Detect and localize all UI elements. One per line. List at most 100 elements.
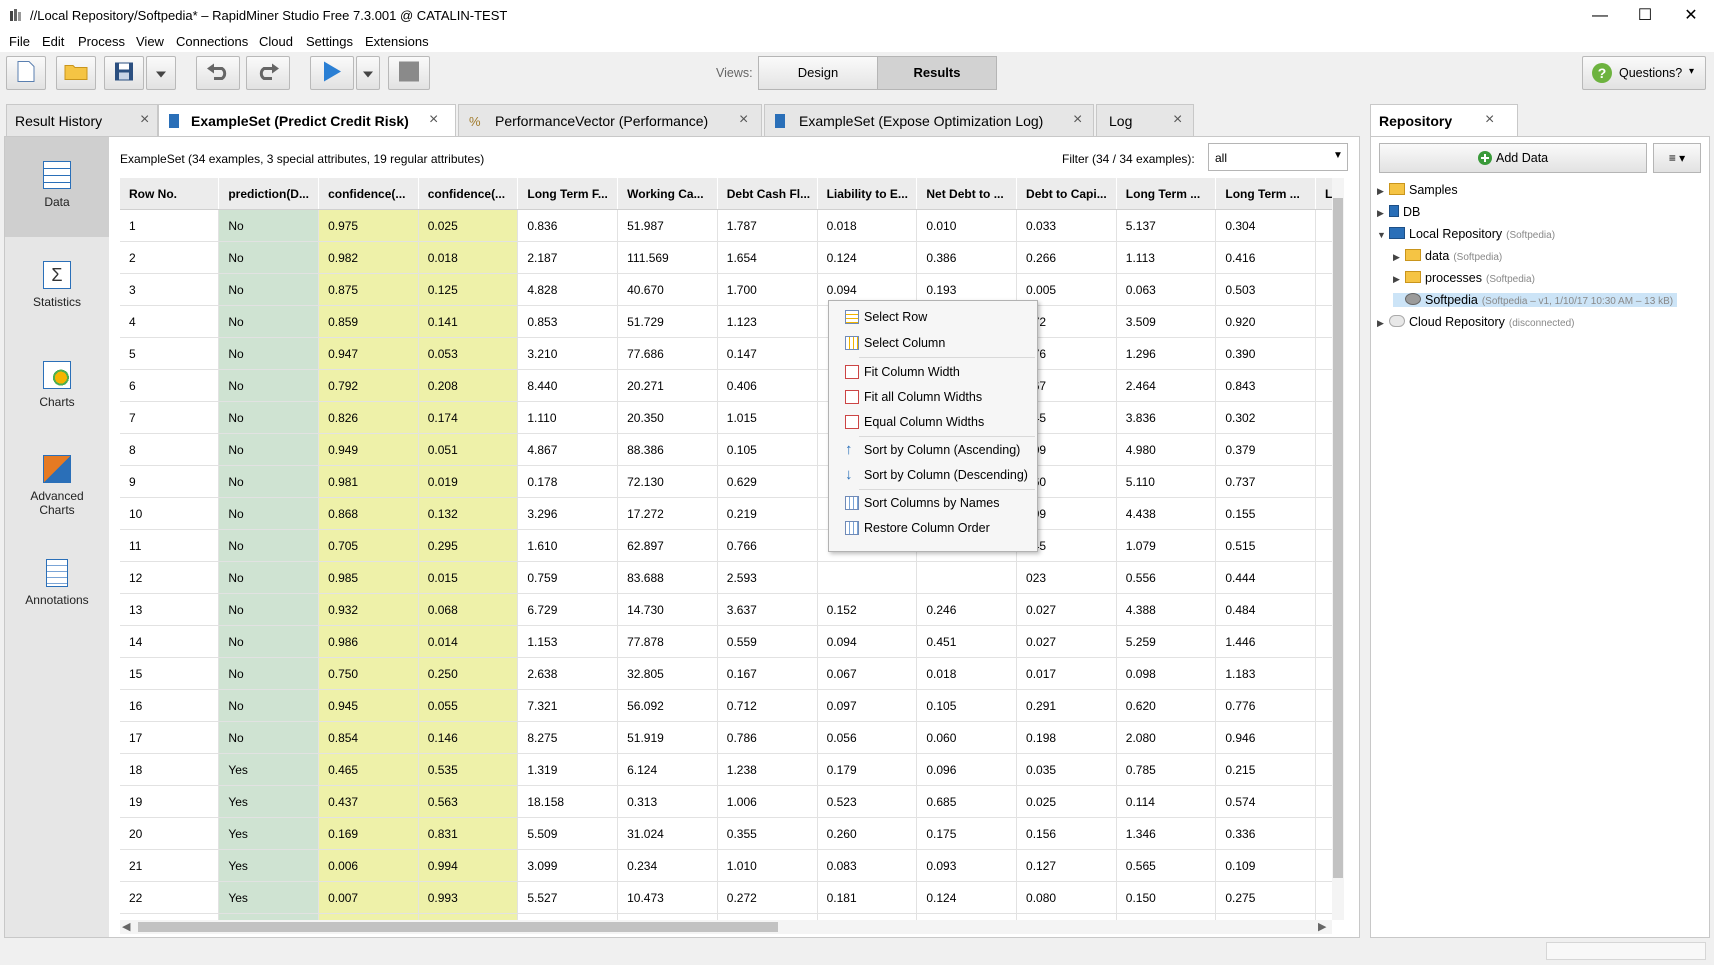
close-icon[interactable]: × xyxy=(1073,111,1082,129)
table-cell[interactable]: 5 xyxy=(120,337,220,370)
expand-triangle-icon[interactable]: ▶ xyxy=(1393,274,1405,285)
ctx-sort-ascending[interactable]: Sort by Column (Ascending) xyxy=(864,443,1020,457)
table-cell[interactable]: 1.183 xyxy=(1215,657,1316,690)
table-cell[interactable]: 0.014 xyxy=(418,625,519,658)
ctx-restore-column-order[interactable]: Restore Column Order xyxy=(864,521,990,535)
table-cell[interactable]: 1.113 xyxy=(1116,241,1217,274)
table-cell[interactable]: 2.187 xyxy=(517,241,619,274)
table-cell[interactable]: 0.946 xyxy=(1215,721,1316,754)
table-cell[interactable]: 0.792 xyxy=(318,369,419,402)
table-cell[interactable]: 0.563 xyxy=(418,785,519,818)
table-cell[interactable]: 0.406 xyxy=(717,369,818,402)
table-cell[interactable]: 0.018 xyxy=(817,209,918,242)
horizontal-scrollbar[interactable]: ◀ ▶ xyxy=(120,920,1332,934)
table-cell[interactable]: 1 xyxy=(120,209,220,242)
table-cell[interactable]: 4.828 xyxy=(517,273,619,306)
vertical-scrollbar[interactable] xyxy=(1332,178,1344,920)
table-cell[interactable]: 5.137 xyxy=(1116,209,1217,242)
table-row[interactable]: 21 Yes 0.006 0.994 3.099 0.234 1.010 0.083 0.093… xyxy=(120,849,1336,882)
table-cell[interactable]: 0.932 xyxy=(318,593,419,626)
ctx-sort-columns-by-names[interactable]: Sort Columns by Names xyxy=(864,496,999,510)
menu-view[interactable]: View xyxy=(136,34,164,49)
table-cell[interactable]: 17.272 xyxy=(617,497,718,530)
table-cell[interactable]: 0.416 xyxy=(1215,241,1316,274)
table-cell[interactable]: 0.786 xyxy=(717,721,818,754)
table-cell[interactable]: 0.556 xyxy=(1116,561,1217,594)
filter-select[interactable]: all ▼ xyxy=(1208,143,1348,171)
table-cell[interactable]: 0.124 xyxy=(916,881,1018,914)
table-cell[interactable]: No xyxy=(218,593,320,626)
menu-settings[interactable]: Settings xyxy=(306,34,353,49)
table-cell[interactable]: 0.114 xyxy=(1116,785,1217,818)
table-cell[interactable]: 0.712 xyxy=(717,689,818,722)
nav-charts[interactable]: Charts xyxy=(5,337,109,437)
table-cell[interactable]: 3.836 xyxy=(1116,401,1217,434)
results-view-button[interactable]: Results xyxy=(877,56,997,90)
tab-exampleset-expose-optimization-log[interactable]: ExampleSet (Expose Optimization Log) × xyxy=(764,104,1094,137)
table-cell[interactable]: 0.178 xyxy=(517,465,619,498)
table-cell[interactable]: 1.787 xyxy=(717,209,818,242)
table-cell[interactable]: 0.302 xyxy=(1215,401,1316,434)
table-cell[interactable]: 0.503 xyxy=(1215,273,1316,306)
table-cell[interactable]: 51.987 xyxy=(617,209,718,242)
table-cell[interactable]: 0.685 xyxy=(916,785,1018,818)
repository-menu-button[interactable]: ≡ ▾ xyxy=(1653,143,1701,173)
ctx-equal-column-widths[interactable]: Equal Column Widths xyxy=(864,415,984,429)
column-header[interactable]: Long Term ... xyxy=(1215,178,1316,210)
table-cell[interactable]: 0.776 xyxy=(1215,689,1316,722)
table-row[interactable]: 19 Yes 0.437 0.563 18.158 0.313 1.006 0.523 0.68… xyxy=(120,785,1336,818)
scroll-thumb[interactable] xyxy=(1333,198,1343,878)
menu-process[interactable]: Process xyxy=(78,34,125,49)
table-cell[interactable]: Yes xyxy=(218,849,320,882)
table-cell[interactable]: No xyxy=(218,721,320,754)
table-cell[interactable]: 0.629 xyxy=(717,465,818,498)
table-cell[interactable]: 023 xyxy=(1016,561,1117,594)
ctx-select-row[interactable]: Select Row xyxy=(864,310,927,324)
table-row[interactable]: 1 No 0.975 0.025 0.836 51.987 1.787 0.018 0.010 0… xyxy=(120,209,1336,242)
nav-advanced-charts[interactable]: Advanced Charts xyxy=(5,437,109,537)
table-cell[interactable]: 20.271 xyxy=(617,369,718,402)
table-cell[interactable]: 0.105 xyxy=(916,689,1018,722)
table-cell[interactable]: 0.291 xyxy=(1016,689,1117,722)
table-cell[interactable]: 3.509 xyxy=(1116,305,1217,338)
table-cell[interactable]: 21 xyxy=(120,849,220,882)
table-cell[interactable]: 2.464 xyxy=(1116,369,1217,402)
table-row[interactable]: 7No0.8260.1741.11020.3501.0151453.8360.3… xyxy=(120,401,1336,434)
table-cell[interactable]: 40.670 xyxy=(617,273,718,306)
table-cell[interactable]: 0.313 xyxy=(617,785,718,818)
table-cell[interactable]: 10 xyxy=(120,497,220,530)
table-cell[interactable]: 3 xyxy=(120,273,220,306)
table-cell[interactable]: No xyxy=(218,529,320,562)
table-cell[interactable]: 0.169 xyxy=(318,817,419,850)
table-cell[interactable]: 1.610 xyxy=(517,529,619,562)
table-cell[interactable]: 0.868 xyxy=(318,497,419,530)
table-cell[interactable]: 5.110 xyxy=(1116,465,1217,498)
table-cell[interactable]: 0.390 xyxy=(1215,337,1316,370)
save-button[interactable] xyxy=(104,56,144,90)
table-cell[interactable]: 1.015 xyxy=(717,401,818,434)
table-cell[interactable]: 0.027 xyxy=(1016,625,1117,658)
table-cell[interactable]: 1.346 xyxy=(1116,817,1217,850)
table-cell[interactable]: 0.146 xyxy=(418,721,519,754)
table-cell[interactable]: 2.638 xyxy=(517,657,619,690)
close-icon[interactable]: × xyxy=(140,111,149,129)
table-cell[interactable]: 6.124 xyxy=(617,753,718,786)
table-cell[interactable]: 0.007 xyxy=(318,881,419,914)
tab-repository[interactable]: Repository × xyxy=(1370,104,1518,137)
table-cell[interactable]: 72.130 xyxy=(617,465,718,498)
table-cell[interactable]: 0.167 xyxy=(717,657,818,690)
table-cell[interactable]: 0.975 xyxy=(318,209,419,242)
scroll-right-icon[interactable]: ▶ xyxy=(1318,920,1326,933)
tab-result-history[interactable]: Result History × xyxy=(6,104,158,137)
table-cell[interactable]: No xyxy=(218,337,320,370)
table-cell[interactable]: 0.141 xyxy=(418,305,519,338)
stop-button[interactable] xyxy=(388,56,430,90)
table-cell[interactable]: 0.737 xyxy=(1215,465,1316,498)
table-cell[interactable]: Yes xyxy=(218,817,320,850)
table-cell[interactable]: 0.198 xyxy=(1016,721,1117,754)
table-cell[interactable]: 0.559 xyxy=(717,625,818,658)
scroll-left-icon[interactable]: ◀ xyxy=(122,920,130,933)
table-cell[interactable]: 0.015 xyxy=(418,561,519,594)
table-cell[interactable]: 0.451 xyxy=(916,625,1018,658)
table-row[interactable]: 20 Yes 0.169 0.831 5.509 31.024 0.355 0.260 0.17… xyxy=(120,817,1336,850)
